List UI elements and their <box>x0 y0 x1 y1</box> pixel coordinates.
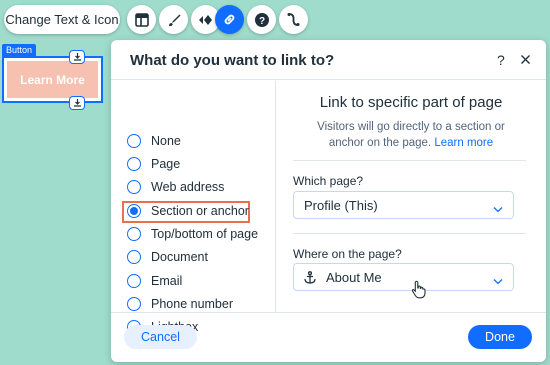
link-option-phone-number[interactable]: Phone number <box>127 294 233 314</box>
link-option-none[interactable]: None <box>127 131 181 151</box>
divider <box>293 160 526 161</box>
link-option-email[interactable]: Email <box>127 271 182 291</box>
link-icon <box>222 12 237 27</box>
link-button[interactable] <box>215 5 244 34</box>
link-option-web-address[interactable]: Web address <box>127 177 224 197</box>
chevron-down-icon <box>493 273 503 288</box>
selected-button-element[interactable]: Learn More <box>2 56 103 103</box>
dialog-help-button[interactable]: ? <box>497 52 505 68</box>
design-button[interactable] <box>159 5 188 34</box>
cancel-button[interactable]: Cancel <box>124 325 197 349</box>
link-option-label: Phone number <box>151 297 234 311</box>
close-icon <box>520 52 531 69</box>
link-type-list: None Page Web address Section or anchor … <box>111 81 276 334</box>
link-option-label: Top/bottom of page <box>151 227 259 241</box>
radio-button[interactable] <box>127 297 141 311</box>
learn-more-link[interactable]: Learn more <box>434 137 493 149</box>
dialog-close-button[interactable] <box>520 52 531 70</box>
link-option-label: Page <box>151 157 181 171</box>
canvas-button[interactable]: Learn More <box>7 61 98 98</box>
download-handle-top[interactable] <box>69 50 85 64</box>
dialog-footer: Cancel Done <box>111 312 546 362</box>
anchor-value: About Me <box>326 269 382 285</box>
link-option-label: None <box>151 134 181 148</box>
design-brush-icon <box>167 13 181 27</box>
done-button[interactable]: Done <box>468 325 532 349</box>
link-option-page[interactable]: Page <box>127 154 180 174</box>
anchor-icon <box>304 270 316 284</box>
panel-description: Visitors will go directly to a section o… <box>298 119 524 151</box>
layout-button[interactable] <box>127 5 156 34</box>
link-option-label: Document <box>151 250 208 264</box>
which-page-label: Which page? <box>293 174 364 188</box>
divider <box>293 233 526 234</box>
link-option-document[interactable]: Document <box>127 247 208 267</box>
radio-button[interactable] <box>127 250 141 264</box>
radio-button[interactable] <box>127 204 141 218</box>
chevron-down-icon <box>493 201 503 216</box>
link-option-label: Email <box>151 274 183 288</box>
radio-button[interactable] <box>127 134 141 148</box>
link-option-section-or-anchor[interactable]: Section or anchor <box>127 201 249 221</box>
radio-button[interactable] <box>127 157 141 171</box>
animation-icon <box>198 14 214 26</box>
download-icon <box>73 94 82 112</box>
download-icon <box>73 48 82 66</box>
which-page-value: Profile (This) <box>304 197 378 213</box>
connect-button[interactable] <box>279 5 308 34</box>
hand-cursor-icon <box>411 280 427 304</box>
where-on-page-label: Where on the page? <box>293 247 402 261</box>
link-option-label: Section or anchor <box>151 204 249 218</box>
radio-button[interactable] <box>127 180 141 194</box>
download-handle-bottom[interactable] <box>69 96 85 110</box>
layout-icon <box>134 12 149 27</box>
anchor-dropdown[interactable]: About Me <box>293 263 514 291</box>
link-dialog: What do you want to link to? ? None Page… <box>111 40 546 362</box>
help-icon: ? <box>254 12 270 28</box>
dialog-header: What do you want to link to? ? <box>111 40 546 80</box>
change-text-icon-button[interactable]: Change Text & Icon <box>4 5 120 34</box>
help-button[interactable]: ? <box>247 5 276 34</box>
link-option-label: Web address <box>151 180 225 194</box>
radio-button[interactable] <box>127 274 141 288</box>
panel-title: Link to specific part of page <box>319 94 503 111</box>
svg-text:?: ? <box>258 16 264 27</box>
link-option-top-bottom[interactable]: Top/bottom of page <box>127 224 258 244</box>
anchor-settings-panel: Link to specific part of page Visitors w… <box>276 81 546 311</box>
connect-icon <box>286 12 301 27</box>
dialog-title: What do you want to link to? <box>130 52 335 69</box>
radio-button[interactable] <box>127 227 141 241</box>
which-page-dropdown[interactable]: Profile (This) <box>293 191 514 219</box>
